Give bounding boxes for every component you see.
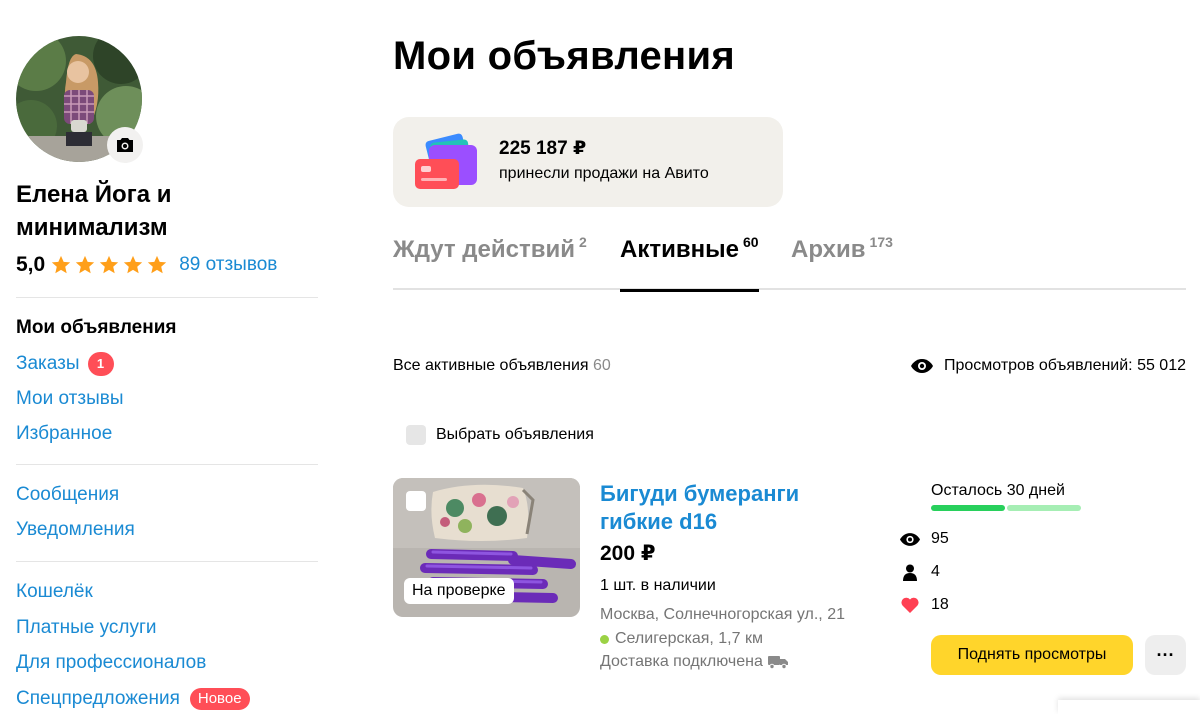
tab-label: Архив bbox=[791, 236, 866, 263]
sidebar-item-label: Мои отзывы bbox=[16, 388, 124, 409]
days-left-progress bbox=[931, 505, 1081, 511]
sidebar-item-label: Уведомления bbox=[16, 519, 135, 540]
more-actions-button[interactable]: ··· bbox=[1145, 635, 1186, 675]
moderation-badge: На проверке bbox=[404, 578, 514, 604]
stat-icon-wrap bbox=[900, 564, 920, 581]
sidebar-item-special-offers[interactable]: Спецпредложения Новое bbox=[16, 687, 250, 711]
total-views-text: Просмотров объявлений: 55 012 bbox=[943, 357, 1186, 374]
sidebar-item-notifications[interactable]: Уведомления bbox=[16, 518, 135, 542]
favorites-count: 18 bbox=[931, 596, 949, 613]
sidebar-item-label: Сообщения bbox=[16, 484, 120, 505]
rating-stars bbox=[50, 254, 168, 276]
select-listings[interactable]: Выбрать объявления bbox=[406, 425, 594, 445]
sidebar-item-label: Для профессионалов bbox=[16, 652, 207, 673]
sidebar-item-my-reviews[interactable]: Мои отзывы bbox=[16, 387, 123, 411]
heart-icon bbox=[901, 597, 919, 613]
sidebar-item-messages[interactable]: Сообщения bbox=[16, 483, 119, 507]
all-active-count: 60 bbox=[593, 357, 611, 374]
sidebar-item-orders[interactable]: Заказы 1 bbox=[16, 352, 114, 376]
stat-views: 95 bbox=[900, 530, 949, 548]
select-all-checkbox[interactable] bbox=[406, 425, 426, 445]
sidebar-item-label: Платные услуги bbox=[16, 617, 157, 638]
listing-checkbox[interactable] bbox=[406, 491, 426, 511]
camera-icon bbox=[117, 138, 133, 152]
sidebar-divider bbox=[16, 297, 318, 298]
listing-title[interactable]: Бигуди бумеранги гибкие d16 bbox=[600, 480, 830, 536]
stat-icon-wrap bbox=[900, 597, 920, 613]
star-icon bbox=[124, 255, 143, 274]
tab-archive[interactable]: Архив 173 bbox=[791, 234, 893, 290]
listing-stock: 1 шт. в наличии bbox=[600, 577, 716, 594]
sidebar-item-favorites[interactable]: Избранное bbox=[16, 422, 112, 446]
listing-metro: Селигерская, 1,7 км bbox=[600, 630, 763, 648]
floating-panel-edge bbox=[1058, 700, 1200, 714]
eye-icon bbox=[900, 532, 920, 546]
sidebar-item-for-professionals[interactable]: Для профессионалов bbox=[16, 651, 206, 675]
sidebar-item-label: Спецпредложения bbox=[16, 688, 180, 709]
tab-label: Активные bbox=[620, 236, 739, 263]
truck-icon bbox=[767, 656, 788, 669]
tab-label: Ждут действий bbox=[393, 236, 575, 263]
sidebar-item-wallet[interactable]: Кошелёк bbox=[16, 580, 93, 604]
earnings-card[interactable]: 225 187 ₽ принесли продажи на Авито bbox=[393, 117, 783, 207]
delivery-text: Доставка подключена bbox=[600, 653, 763, 670]
wallet-cards-icon bbox=[415, 133, 477, 189]
star-icon bbox=[148, 255, 167, 274]
total-views: Просмотров объявлений: 55 012 bbox=[910, 357, 1186, 375]
user-icon bbox=[903, 564, 917, 581]
sidebar-section-title[interactable]: Мои объявления bbox=[16, 317, 176, 339]
new-badge: Новое bbox=[189, 688, 250, 710]
views-count: 95 bbox=[931, 530, 949, 547]
days-left: Осталось 30 дней bbox=[931, 482, 1065, 499]
eye-icon bbox=[910, 359, 933, 373]
sidebar-item-label: Кошелёк bbox=[16, 581, 93, 602]
reviews-link[interactable]: 89 отзывов bbox=[179, 254, 277, 276]
sidebar-item-label: Заказы bbox=[16, 353, 80, 374]
contacts-count: 4 bbox=[931, 563, 940, 580]
select-listings-label: Выбрать объявления bbox=[436, 426, 594, 443]
orders-count-badge: 1 bbox=[87, 352, 114, 376]
sidebar-item-paid-services[interactable]: Платные услуги bbox=[16, 616, 157, 640]
earnings-amount: 225 187 ₽ bbox=[499, 138, 587, 159]
listing-tabs: Ждут действий 2 Активные 60 Архив 173 bbox=[393, 234, 1186, 292]
change-photo-button[interactable] bbox=[107, 127, 143, 163]
rating-value: 5,0 bbox=[16, 253, 46, 276]
stat-icon-wrap bbox=[900, 532, 920, 546]
stat-favorites: 18 bbox=[900, 596, 949, 614]
tab-count: 2 bbox=[578, 234, 587, 250]
sidebar-divider bbox=[16, 464, 318, 465]
all-active-listings: Все активные объявления 60 bbox=[393, 357, 611, 375]
star-icon bbox=[76, 255, 95, 274]
progress-elapsed bbox=[931, 505, 1005, 511]
progress-remaining bbox=[1007, 505, 1081, 511]
rating-row: 5,0 89 отзывов bbox=[16, 250, 277, 280]
page-title: Мои объявления bbox=[393, 34, 736, 78]
stat-contacts: 4 bbox=[900, 563, 940, 581]
boost-views-button[interactable]: Поднять просмотры bbox=[931, 635, 1133, 675]
profile-name: Елена Йога и минимализм bbox=[16, 181, 172, 241]
sidebar-item-label: Избранное bbox=[16, 423, 113, 444]
listing-price: 200 ₽ bbox=[600, 542, 656, 565]
all-active-label: Все активные объявления bbox=[393, 357, 589, 374]
listing-address: Москва, Солнечногорская ул., 21 bbox=[600, 606, 845, 623]
tab-count: 60 bbox=[742, 234, 759, 250]
metro-line-dot bbox=[600, 634, 609, 644]
metro-station: Селигерская, 1,7 км bbox=[615, 630, 763, 647]
listing-delivery: Доставка подключена bbox=[600, 653, 789, 671]
star-icon bbox=[100, 255, 119, 274]
listing-photo[interactable]: На проверке bbox=[393, 478, 580, 617]
sidebar-divider bbox=[16, 561, 318, 562]
tab-count: 173 bbox=[869, 234, 893, 250]
star-icon bbox=[52, 255, 71, 274]
tab-active[interactable]: Активные 60 bbox=[620, 234, 759, 292]
earnings-caption: принесли продажи на Авито bbox=[499, 165, 709, 182]
tab-awaiting-action[interactable]: Ждут действий 2 bbox=[393, 234, 587, 290]
